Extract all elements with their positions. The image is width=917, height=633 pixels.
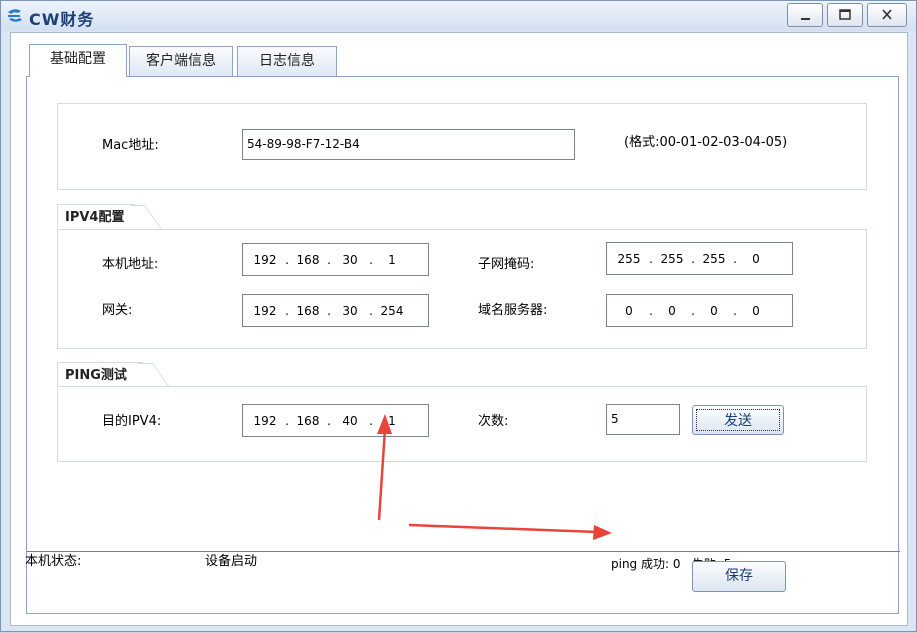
- dns-input[interactable]: 0. 0. 0. 0: [606, 294, 793, 327]
- mac-label: Mac地址:: [102, 138, 159, 153]
- gateway-label: 网关:: [102, 303, 133, 318]
- ip-octet: 0: [668, 303, 676, 318]
- minimize-icon: [801, 18, 810, 20]
- basic-config-panel: Mac地址: 54-89-98-F7-12-B4 (格式:00-01-02-03…: [25, 76, 900, 614]
- maximize-button[interactable]: [827, 3, 863, 27]
- ip-octet: 0: [710, 303, 718, 318]
- ip-octet: 168: [296, 252, 320, 267]
- app-window: CW财务 基础配置 客户端信息 日志信息 Mac地址: 54-89-98-F7-…: [0, 0, 917, 632]
- ipv4-group-title: IPV4配置: [57, 204, 135, 230]
- ip-octet: 255: [702, 251, 726, 266]
- ip-octet: 254: [380, 303, 404, 318]
- ping-group: 目的IPV4: 192. 168. 40. 1 次数: 5 发送: [57, 386, 867, 462]
- tab-client-info[interactable]: 客户端信息: [129, 46, 233, 76]
- dns-label: 域名服务器:: [478, 303, 548, 318]
- ip-octet: 0: [625, 303, 633, 318]
- close-icon: [882, 9, 892, 20]
- ip-octet: 0: [752, 251, 760, 266]
- title-bar[interactable]: CW财务: [1, 1, 916, 31]
- ip-octet: 168: [296, 303, 320, 318]
- target-ip-label: 目的IPV4:: [102, 414, 162, 429]
- subnet-input[interactable]: 255. 255. 255. 0: [606, 242, 793, 275]
- status-value: 设备启动: [205, 554, 258, 569]
- target-ip-input[interactable]: 192. 168. 40. 1: [242, 404, 429, 437]
- subnet-label: 子网掩码:: [478, 257, 535, 272]
- app-logo-icon: [8, 9, 22, 22]
- ip-octet: 168: [296, 413, 320, 428]
- local-ip-input[interactable]: 192. 168. 30. 1: [242, 243, 429, 276]
- ip-octet: 0: [752, 303, 760, 318]
- client-area: 基础配置 客户端信息 日志信息 Mac地址: 54-89-98-F7-12-B4…: [10, 32, 908, 626]
- tab-log-info[interactable]: 日志信息: [237, 46, 337, 76]
- ip-octet: 255: [617, 251, 641, 266]
- maximize-icon: [839, 9, 851, 20]
- ipv4-group: 本机地址: 192. 168. 30. 1 子网掩码: 255. 255. 25…: [57, 229, 867, 349]
- ip-octet: 1: [388, 252, 396, 267]
- tab-basic-config[interactable]: 基础配置: [29, 44, 127, 77]
- mac-input[interactable]: 54-89-98-F7-12-B4: [242, 129, 575, 160]
- ip-octet: 40: [342, 413, 358, 428]
- local-ip-label: 本机地址:: [102, 257, 159, 272]
- ip-octet: 192: [253, 303, 277, 318]
- send-button-label: 发送: [696, 409, 780, 431]
- close-button[interactable]: [867, 3, 907, 27]
- mac-group: Mac地址: 54-89-98-F7-12-B4 (格式:00-01-02-03…: [57, 103, 867, 190]
- ip-octet: 1: [388, 413, 396, 428]
- ip-octet: 255: [660, 251, 684, 266]
- ping-group-title: PING测试: [57, 362, 143, 388]
- ip-octet: 192: [253, 252, 277, 267]
- minimize-button[interactable]: [787, 3, 823, 27]
- count-input[interactable]: 5: [606, 404, 680, 435]
- ip-octet: 192: [253, 413, 277, 428]
- send-button[interactable]: 发送: [692, 405, 784, 435]
- ip-octet: 30: [342, 252, 358, 267]
- mac-format-hint: (格式:00-01-02-03-04-05): [624, 135, 788, 150]
- status-divider: [27, 551, 900, 552]
- ip-octet: 30: [342, 303, 358, 318]
- count-label: 次数:: [478, 414, 509, 429]
- gateway-input[interactable]: 192. 168. 30. 254: [242, 294, 429, 327]
- status-label: 本机状态:: [25, 554, 82, 569]
- save-button[interactable]: 保存: [692, 561, 786, 592]
- window-title: CW财务: [29, 10, 95, 29]
